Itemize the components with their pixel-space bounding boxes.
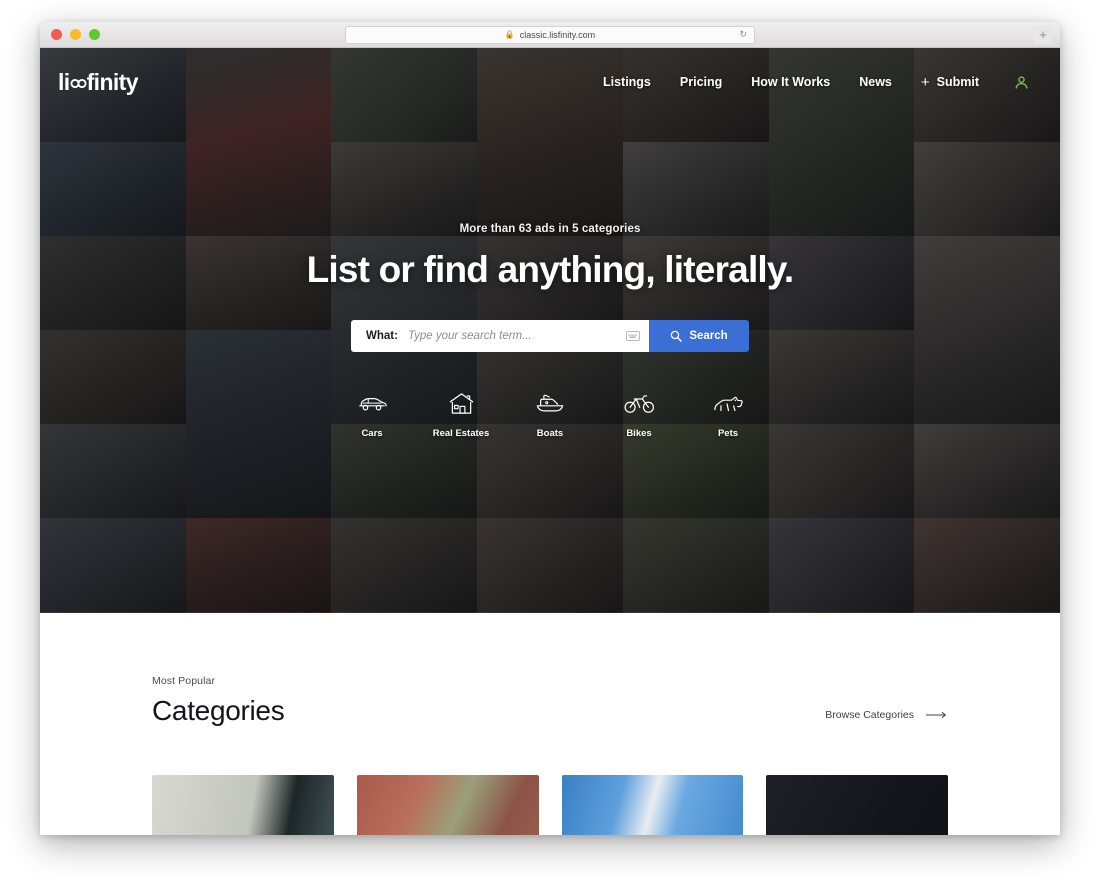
arrow-right-icon (926, 711, 947, 719)
browser-window: 🔒 classic.lisfinity.com ↻ + li finity Li… (40, 22, 1060, 835)
browser-chrome-bar: 🔒 classic.lisfinity.com ↻ + (40, 22, 1060, 48)
logo-text-suffix: finity (86, 68, 139, 95)
category-shortcut-pets[interactable]: Pets (697, 388, 759, 439)
category-shortcut-label: Pets (717, 428, 739, 439)
boat-icon (519, 388, 581, 418)
search-what-label: What: (366, 330, 398, 342)
section-kicker: Most Popular (152, 675, 216, 687)
category-card-1[interactable] (152, 775, 334, 835)
category-shortcut-label: Boats (536, 428, 564, 439)
dog-icon (697, 388, 759, 418)
submit-label: Submit (936, 75, 979, 89)
plus-icon: + (920, 73, 930, 91)
hero-kicker: More than 63 ads in 5 categories (459, 223, 641, 235)
maximize-window-button[interactable] (89, 29, 100, 40)
address-bar-url: classic.lisfinity.com (519, 29, 596, 40)
category-shortcut-cars[interactable]: Cars (341, 388, 403, 439)
bicycle-icon (608, 388, 670, 418)
search-input[interactable] (407, 330, 616, 342)
category-card-2[interactable] (356, 775, 539, 835)
car-icon (341, 388, 403, 418)
infinity-icon (70, 78, 87, 89)
browse-categories-label: Browse Categories (825, 709, 914, 721)
site-logo[interactable]: li finity (58, 68, 139, 95)
logo-text-prefix: li (58, 68, 70, 95)
search-button[interactable]: Search (649, 320, 749, 352)
category-card-4[interactable] (766, 775, 948, 835)
reload-icon[interactable]: ↻ (739, 29, 747, 40)
category-shortcut-bikes[interactable]: Bikes (608, 388, 670, 439)
categories-section-header: Most Popular Categories Browse Categorie… (152, 613, 948, 727)
mosaic-tile (185, 518, 332, 612)
nav-listings[interactable]: Listings (603, 75, 651, 89)
new-tab-button[interactable]: + (1034, 25, 1052, 44)
browse-categories-link[interactable]: Browse Categories (825, 709, 948, 721)
hero-section: li finity Listings Pricing How It Works … (40, 48, 1060, 613)
mosaic-tile (331, 518, 478, 612)
category-shortcut-label: Bikes (626, 428, 652, 439)
category-shortcut-real-estates[interactable]: Real Estates (430, 388, 492, 439)
house-icon (430, 388, 492, 418)
hero-title: List or find anything, literally. (306, 249, 795, 290)
mosaic-tile (477, 518, 623, 612)
section-title: Categories (152, 695, 285, 726)
search-field-wrapper: What: (351, 320, 649, 352)
page-viewport: li finity Listings Pricing How It Works … (40, 48, 1060, 835)
mosaic-tile (914, 518, 1060, 612)
mosaic-tile (40, 518, 186, 612)
mosaic-tile (622, 518, 769, 612)
category-shortcut-label: Cars (361, 428, 383, 439)
user-account-button[interactable] (1010, 71, 1032, 93)
lock-icon: 🔒 (504, 30, 515, 39)
category-shortcut-label: Real Estates (432, 428, 490, 439)
search-icon (671, 330, 683, 342)
minimize-window-button[interactable] (70, 29, 81, 40)
category-shortcut-boats[interactable]: Boats (519, 388, 581, 439)
close-window-button[interactable] (51, 29, 62, 40)
nav-how-it-works[interactable]: How It Works (751, 75, 830, 89)
submit-ad-button[interactable]: + Submit (921, 75, 979, 90)
hero-search-form: What: Type your search term... Search (351, 320, 749, 352)
search-button-label: Search (689, 330, 728, 342)
user-icon (1015, 75, 1027, 89)
main-navigation: Listings Pricing How It Works News + Sub… (603, 71, 1032, 93)
window-traffic-lights (40, 29, 100, 40)
address-bar[interactable]: 🔒 classic.lisfinity.com ↻ (345, 25, 755, 44)
nav-news[interactable]: News (859, 75, 892, 89)
category-card-3[interactable] (561, 775, 744, 835)
category-cards-row (152, 775, 948, 835)
hero-category-shortcuts: Cars Real Estates Boats Bikes Pets (40, 388, 1060, 439)
keyboard-icon[interactable] (626, 331, 640, 341)
site-header: li finity Listings Pricing How It Works … (40, 48, 1060, 116)
mosaic-tile (768, 518, 915, 612)
categories-section: Most Popular Categories Browse Categorie… (40, 613, 1060, 835)
nav-pricing[interactable]: Pricing (680, 75, 722, 89)
